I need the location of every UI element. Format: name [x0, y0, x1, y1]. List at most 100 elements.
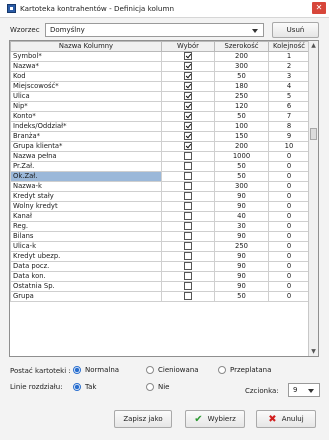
order-cell[interactable]: 0	[268, 221, 310, 232]
selection-checkbox[interactable]	[184, 72, 192, 80]
width-cell[interactable]: 50	[214, 171, 269, 182]
table-row[interactable]: Data kon. 90 0	[10, 271, 310, 282]
column-name-cell[interactable]: Kredyt stały	[10, 191, 162, 202]
width-cell[interactable]: 90	[214, 281, 269, 292]
width-cell[interactable]: 50	[214, 71, 269, 82]
order-cell[interactable]: 0	[268, 261, 310, 272]
selection-checkbox[interactable]	[184, 202, 192, 210]
table-row[interactable]: Indeks/Oddział* 100 8	[10, 121, 310, 132]
selection-checkbox[interactable]	[184, 62, 192, 70]
order-cell[interactable]: 3	[268, 71, 310, 82]
column-name-cell[interactable]: Ulica-k	[10, 241, 162, 252]
selection-checkbox[interactable]	[184, 282, 192, 290]
selection-checkbox[interactable]	[184, 232, 192, 240]
width-cell[interactable]: 50	[214, 291, 269, 302]
template-select[interactable]: Domyślny	[45, 23, 264, 37]
column-name-cell[interactable]: Ok.Zał.	[10, 171, 162, 182]
column-name-cell[interactable]: Bilans	[10, 231, 162, 242]
order-cell[interactable]: 0	[268, 181, 310, 192]
selection-checkbox[interactable]	[184, 92, 192, 100]
width-cell[interactable]: 150	[214, 131, 269, 142]
table-row[interactable]: Kredyt ubezp. 90 0	[10, 251, 310, 262]
table-row[interactable]: Ulica 250 5	[10, 91, 310, 102]
order-cell[interactable]: 0	[268, 291, 310, 302]
order-cell[interactable]: 0	[268, 201, 310, 212]
width-cell[interactable]: 120	[214, 101, 269, 112]
radio-no[interactable]: Nie	[146, 383, 170, 391]
selection-checkbox[interactable]	[184, 142, 192, 150]
close-button[interactable]: ✕	[312, 2, 326, 14]
order-cell[interactable]: 0	[268, 211, 310, 222]
order-cell[interactable]: 0	[268, 171, 310, 182]
cancel-button[interactable]: ✖ Anuluj	[256, 410, 316, 428]
table-row[interactable]: Kredyt stały 90 0	[10, 191, 310, 202]
column-name-cell[interactable]: Ulica	[10, 91, 162, 102]
order-cell[interactable]: 0	[268, 161, 310, 172]
order-cell[interactable]: 10	[268, 141, 310, 152]
table-row[interactable]: Ostatnia Sp. 90 0	[10, 281, 310, 292]
column-name-cell[interactable]: Kanał	[10, 211, 162, 222]
selection-checkbox[interactable]	[184, 272, 192, 280]
selection-checkbox[interactable]	[184, 252, 192, 260]
column-name-cell[interactable]: Nip*	[10, 101, 162, 112]
column-name-cell[interactable]: Grupa	[10, 291, 162, 302]
order-cell[interactable]: 0	[268, 231, 310, 242]
header-selection[interactable]: Wybór	[161, 41, 215, 52]
header-column-name[interactable]: Nazwa Kolumny	[10, 41, 162, 52]
selection-checkbox[interactable]	[184, 122, 192, 130]
selection-checkbox[interactable]	[184, 182, 192, 190]
width-cell[interactable]: 300	[214, 61, 269, 72]
table-row[interactable]: Symbol* 200 1	[10, 51, 310, 62]
order-cell[interactable]: 0	[268, 271, 310, 282]
delete-template-button[interactable]: Usuń	[272, 22, 319, 38]
selection-checkbox[interactable]	[184, 222, 192, 230]
save-as-button[interactable]: Zapisz jako	[114, 410, 172, 428]
table-row[interactable]: Wolny kredyt 90 0	[10, 201, 310, 212]
radio-interlaced[interactable]: Przeplatana	[218, 366, 271, 374]
width-cell[interactable]: 300	[214, 181, 269, 192]
width-cell[interactable]: 1000	[214, 151, 269, 162]
column-name-cell[interactable]: Indeks/Oddział*	[10, 121, 162, 132]
table-row[interactable]: Ok.Zał. 50 0	[10, 171, 310, 182]
order-cell[interactable]: 2	[268, 61, 310, 72]
column-name-cell[interactable]: Wolny kredyt	[10, 201, 162, 212]
table-row[interactable]: Grupa klienta* 200 10	[10, 141, 310, 152]
table-row[interactable]: Nazwa pełna 1000 0	[10, 151, 310, 162]
width-cell[interactable]: 50	[214, 161, 269, 172]
selection-checkbox[interactable]	[184, 102, 192, 110]
width-cell[interactable]: 200	[214, 51, 269, 62]
order-cell[interactable]: 0	[268, 241, 310, 252]
table-row[interactable]: Nazwa-k 300 0	[10, 181, 310, 192]
width-cell[interactable]: 180	[214, 81, 269, 92]
column-name-cell[interactable]: Konto*	[10, 111, 162, 122]
table-row[interactable]: Konto* 50 7	[10, 111, 310, 122]
width-cell[interactable]: 40	[214, 211, 269, 222]
scroll-down-icon[interactable]: ▼	[309, 347, 318, 356]
selection-checkbox[interactable]	[184, 52, 192, 60]
width-cell[interactable]: 50	[214, 111, 269, 122]
column-name-cell[interactable]: Pr.Zał.	[10, 161, 162, 172]
width-cell[interactable]: 250	[214, 91, 269, 102]
selection-checkbox[interactable]	[184, 262, 192, 270]
selection-checkbox[interactable]	[184, 82, 192, 90]
choose-button[interactable]: ✔ Wybierz	[185, 410, 245, 428]
scroll-up-icon[interactable]: ▲	[309, 41, 318, 50]
width-cell[interactable]: 90	[214, 261, 269, 272]
table-row[interactable]: Kod 50 3	[10, 71, 310, 82]
order-cell[interactable]: 9	[268, 131, 310, 142]
order-cell[interactable]: 0	[268, 251, 310, 262]
header-width[interactable]: Szerokość	[214, 41, 269, 52]
width-cell[interactable]: 90	[214, 231, 269, 242]
scroll-thumb[interactable]	[310, 128, 317, 140]
order-cell[interactable]: 8	[268, 121, 310, 132]
column-name-cell[interactable]: Ostatnia Sp.	[10, 281, 162, 292]
order-cell[interactable]: 0	[268, 151, 310, 162]
order-cell[interactable]: 0	[268, 191, 310, 202]
order-cell[interactable]: 4	[268, 81, 310, 92]
column-name-cell[interactable]: Reg.	[10, 221, 162, 232]
width-cell[interactable]: 90	[214, 271, 269, 282]
column-name-cell[interactable]: Symbol*	[10, 51, 162, 62]
column-name-cell[interactable]: Miejscowość*	[10, 81, 162, 92]
font-size-select[interactable]: 9	[288, 383, 320, 397]
column-name-cell[interactable]: Data pocz.	[10, 261, 162, 272]
